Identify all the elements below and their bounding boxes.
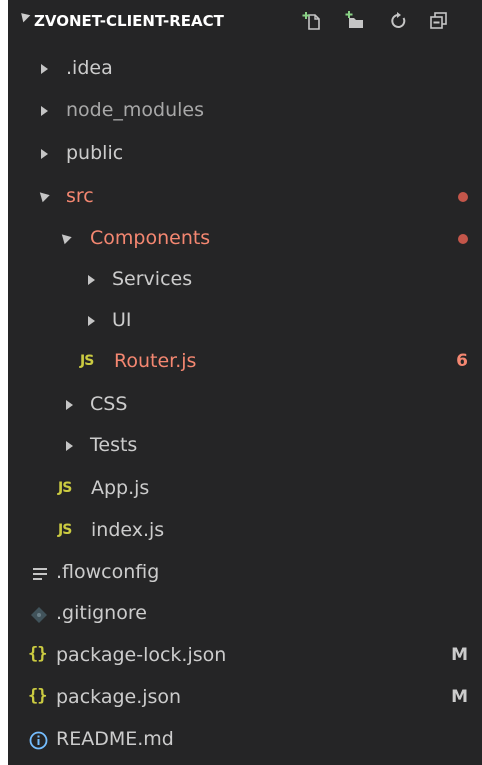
modified-dot-icon xyxy=(458,234,468,244)
js-file-icon: JS xyxy=(58,480,72,496)
info-icon xyxy=(29,731,48,750)
config-file-icon xyxy=(33,568,47,580)
js-file-icon: JS xyxy=(80,353,94,369)
tree-item-label: node_modules xyxy=(66,99,205,121)
collapse-all-icon[interactable] xyxy=(428,10,450,32)
tree-item-label: index.js xyxy=(91,519,165,541)
tree-item-label: Services xyxy=(112,268,193,290)
chevron-down-icon[interactable] xyxy=(58,230,72,245)
chevron-right-icon[interactable] xyxy=(66,400,73,410)
tree-item-label: package-lock.json xyxy=(56,644,227,666)
modified-dot-icon xyxy=(458,192,468,202)
chevron-right-icon[interactable] xyxy=(66,441,73,451)
new-folder-icon[interactable] xyxy=(344,10,366,32)
tree-item-label: public xyxy=(66,142,124,164)
tree-item-components[interactable]: Components xyxy=(8,218,482,261)
tree-item-label: App.js xyxy=(91,477,150,499)
tree-item-tests[interactable]: Tests xyxy=(8,425,482,468)
tree-item-readme-md[interactable]: README.md xyxy=(8,719,482,762)
tree-item-label: .gitignore xyxy=(56,602,147,624)
tree-item-package-lock-json[interactable]: {} package-lock.json M xyxy=(8,635,482,678)
problem-count-badge: 6 xyxy=(456,351,468,371)
tree-item-router-js[interactable]: JS Router.js 6 xyxy=(8,341,482,384)
tree-item-label: .idea xyxy=(66,57,113,79)
explorer-header[interactable]: ZVONET-CLIENT-REACT xyxy=(8,0,482,42)
chevron-right-icon[interactable] xyxy=(88,316,95,326)
tree-item-package-json[interactable]: {} package.json M xyxy=(8,677,482,720)
tree-item-idea[interactable]: .idea xyxy=(8,48,482,91)
chevron-right-icon[interactable] xyxy=(88,275,95,285)
git-modified-badge: M xyxy=(451,687,468,707)
json-file-icon: {} xyxy=(28,644,48,664)
tree-item-label: UI xyxy=(112,309,132,331)
tree-item-services[interactable]: Services xyxy=(8,259,482,302)
tree-item-gitignore[interactable]: .gitignore xyxy=(8,593,482,636)
refresh-icon[interactable] xyxy=(388,10,410,32)
collapse-section-icon[interactable] xyxy=(17,9,31,23)
new-file-icon[interactable] xyxy=(302,10,324,32)
tree-item-label: Router.js xyxy=(114,350,197,372)
tree-item-label: Tests xyxy=(90,434,138,456)
tree-item-label: CSS xyxy=(90,393,128,415)
tree-item-index-js[interactable]: JS index.js xyxy=(8,510,482,553)
json-file-icon: {} xyxy=(28,686,48,706)
chevron-right-icon[interactable] xyxy=(41,64,48,74)
chevron-right-icon[interactable] xyxy=(41,149,48,159)
tree-item-public[interactable]: public xyxy=(8,133,482,176)
tree-item-node-modules[interactable]: node_modules xyxy=(8,90,482,133)
file-explorer: ZVONET-CLIENT-REACT .idea node_modules p… xyxy=(8,0,482,765)
git-file-icon xyxy=(31,607,47,623)
git-modified-badge: M xyxy=(451,645,468,665)
js-file-icon: JS xyxy=(58,522,72,538)
tree-item-label: .flowconfig xyxy=(56,561,160,583)
tree-item-ui[interactable]: UI xyxy=(8,300,482,343)
tree-item-label: README.md xyxy=(56,728,174,750)
tree-item-label: Components xyxy=(90,227,211,249)
tree-item-src[interactable]: src xyxy=(8,176,482,219)
project-title[interactable]: ZVONET-CLIENT-REACT xyxy=(34,12,224,30)
chevron-right-icon[interactable] xyxy=(41,106,48,116)
tree-item-flowconfig[interactable]: .flowconfig xyxy=(8,552,482,595)
tree-item-css[interactable]: CSS xyxy=(8,384,482,427)
tree-item-app-js[interactable]: JS App.js xyxy=(8,468,482,511)
tree-item-label: src xyxy=(66,185,94,207)
chevron-down-icon[interactable] xyxy=(36,188,50,203)
tree-item-label: package.json xyxy=(56,686,182,708)
